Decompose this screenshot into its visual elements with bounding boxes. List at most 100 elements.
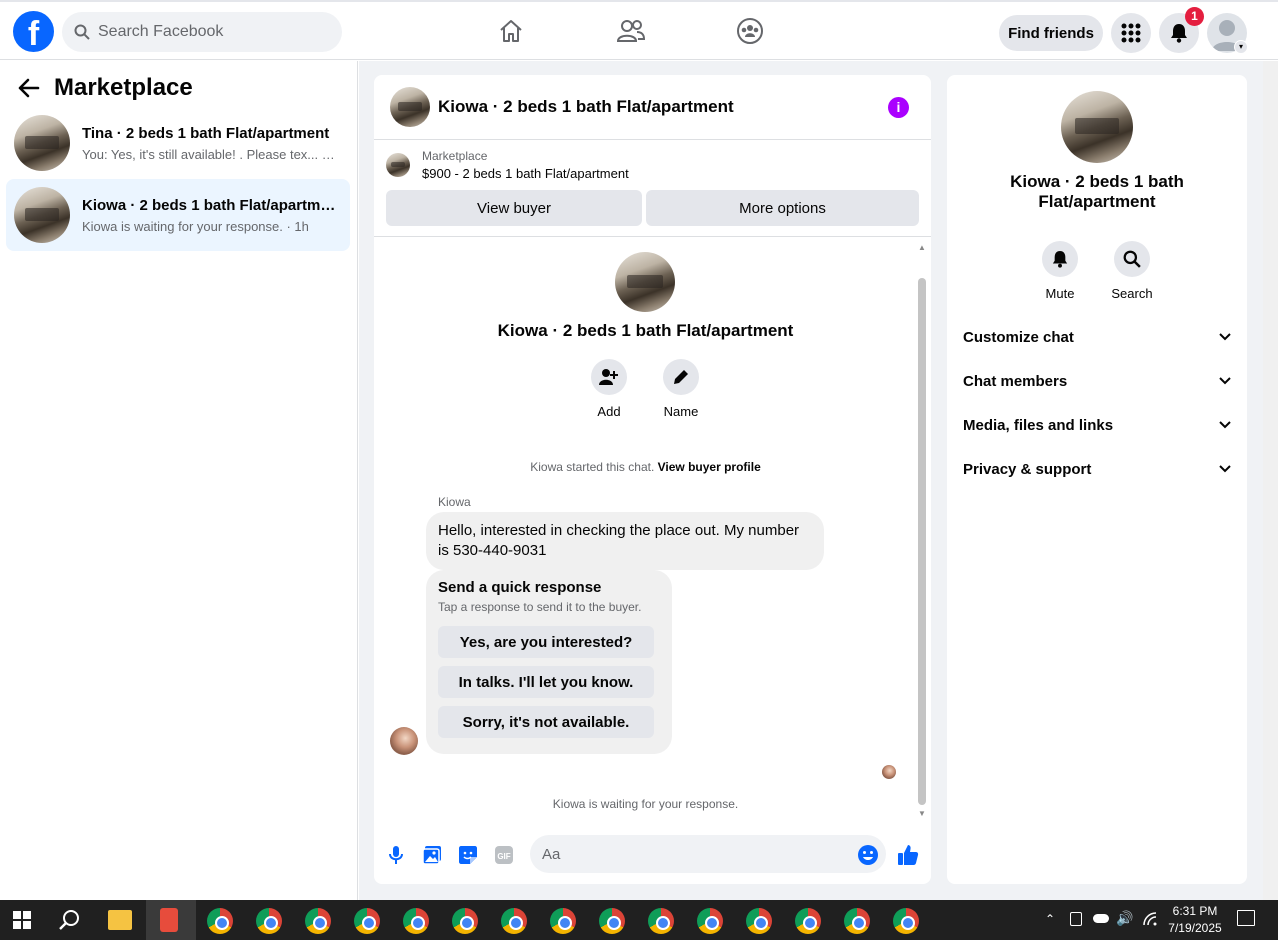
facebook-logo[interactable]: f [13,11,54,52]
quick-response-card: Send a quick response Tap a response to … [426,570,672,754]
message-bubble: Hello, interested in checking the place … [426,512,824,570]
sender-avatar[interactable] [390,727,418,755]
chat-members-section[interactable]: Chat members [963,367,1231,395]
add-person-icon [599,369,618,385]
conversation-sidebar: Marketplace Tina · 2 beds 1 bath Flat/ap… [0,61,358,900]
media-files-links-section[interactable]: Media, files and links [963,411,1231,439]
top-navigation-bar: f Find friends 1 ▾ [0,0,1278,60]
chat-details-panel: Kiowa · 2 beds 1 bath Flat/apartment Mut… [947,75,1247,884]
scrollbar-thumb[interactable] [918,278,926,805]
mute-button[interactable]: Mute [1030,241,1090,301]
back-arrow-icon[interactable] [18,78,40,98]
info-icon[interactable]: i [888,97,909,118]
photo-gallery-icon[interactable] [420,843,444,867]
chrome-icon[interactable] [746,908,772,934]
divider [374,236,931,237]
microphone-icon[interactable] [384,843,408,867]
sticker-icon[interactable] [456,843,480,867]
more-options-button[interactable]: More options [646,190,919,226]
chrome-icon[interactable] [697,908,723,934]
quick-response-in-talks-button[interactable]: In talks. I'll let you know. [438,666,654,698]
clock-time: 6:31 PM [1172,904,1218,918]
chevron-down-icon [1219,333,1231,341]
rename-chat-button[interactable]: Name [651,359,711,419]
find-friends-button[interactable]: Find friends [999,15,1103,51]
groups-icon[interactable] [735,16,765,46]
chevron-down-icon [1219,465,1231,473]
section-label: Media, files and links [963,416,1114,434]
notification-center-icon[interactable] [1237,910,1255,926]
chevron-down-icon [1219,421,1231,429]
home-icon[interactable] [496,16,526,46]
chrome-icon[interactable] [844,908,870,934]
device-icon[interactable] [1070,912,1082,926]
listing-thumbnail [14,187,70,243]
show-hidden-icons-icon[interactable]: ⌃ [1045,912,1055,926]
windows-start-icon[interactable] [13,911,31,934]
conversation-item-kiowa[interactable]: Kiowa · 2 beds 1 bath Flat/apartme... Ki… [6,179,350,251]
search-in-chat-button[interactable]: Search [1102,241,1162,301]
taskbar-search-icon[interactable] [58,909,80,936]
marketplace-listing-row[interactable]: Marketplace $900 - 2 beds 1 bath Flat/ap… [386,149,629,181]
pencil-icon [674,370,688,384]
add-people-button[interactable]: Add [579,359,639,419]
section-label: Chat members [963,372,1068,390]
chat-scrollbar[interactable]: ▲ ▼ [917,243,927,819]
scroll-down-arrow-icon[interactable]: ▼ [917,809,927,818]
network-icon[interactable] [1142,911,1158,932]
chrome-icon[interactable] [305,908,331,934]
listing-price: $900 - 2 beds 1 bath Flat/apartment [422,166,629,181]
privacy-support-section[interactable]: Privacy & support [963,455,1231,483]
taskbar-clock[interactable]: 6:31 PM 7/19/2025 [1160,903,1230,937]
seen-receipt-avatar [882,765,896,779]
emoji-icon[interactable] [856,843,880,867]
chrome-icon[interactable] [207,908,233,934]
volume-icon[interactable]: 🔊 [1116,910,1133,927]
chrome-icon[interactable] [648,908,674,934]
windows-taskbar: ⌃ 🔊 [0,900,1278,940]
message-composer: GIF [374,835,931,875]
waiting-status: Kiowa is waiting for your response. [552,797,739,811]
gif-icon[interactable]: GIF [492,843,516,867]
view-buyer-profile-link[interactable]: View buyer profile [658,460,761,474]
quick-response-subtitle: Tap a response to send it to the buyer. [438,600,642,614]
friends-icon[interactable] [616,16,646,46]
chrome-icon[interactable] [256,908,282,934]
name-label: Name [663,404,699,419]
chrome-icon[interactable] [599,908,625,934]
details-title: Kiowa · 2 beds 1 bath Flat/apartment [1010,172,1184,211]
conversation-title: Tina · 2 beds 1 bath Flat/apartment [82,124,330,142]
notification-badge: 1 [1185,7,1204,26]
chrome-icon[interactable] [354,908,380,934]
quick-response-not-available-button[interactable]: Sorry, it's not available. [438,706,654,738]
cloud-icon[interactable] [1093,914,1109,923]
chrome-icon[interactable] [795,908,821,934]
chrome-icon[interactable] [452,908,478,934]
quick-response-yes-button[interactable]: Yes, are you interested? [438,626,654,658]
app-icon[interactable] [160,908,178,932]
view-buyer-button[interactable]: View buyer [386,190,642,226]
details-photo[interactable] [1061,91,1133,163]
chrome-icon[interactable] [501,908,527,934]
chrome-icon[interactable] [893,908,919,934]
chat-header-thumbnail[interactable] [390,87,430,127]
listing-thumbnail [14,115,70,171]
customize-chat-section[interactable]: Customize chat [963,323,1231,351]
scroll-up-arrow-icon[interactable]: ▲ [917,243,927,252]
window-scrollbar[interactable] [1263,61,1278,900]
chrome-icon[interactable] [550,908,576,934]
conversation-item-tina[interactable]: Tina · 2 beds 1 bath Flat/apartment You:… [6,107,350,179]
mute-label: Mute [1045,286,1075,301]
conversation-title: Kiowa · 2 beds 1 bath Flat/apartme... [82,196,338,214]
chat-header-title[interactable]: Kiowa · 2 beds 1 bath Flat/apartment [438,97,734,117]
file-explorer-icon[interactable] [108,910,132,930]
section-label: Customize chat [963,328,1074,346]
message-input[interactable] [530,835,886,873]
search-bar[interactable] [62,12,342,52]
search-input[interactable] [98,23,318,41]
thumbs-up-icon[interactable] [896,843,920,867]
sidebar-title: Marketplace [54,74,193,101]
chrome-icon[interactable] [403,908,429,934]
menu-grid-icon[interactable] [1111,13,1151,53]
chevron-down-icon[interactable]: ▾ [1234,40,1248,54]
